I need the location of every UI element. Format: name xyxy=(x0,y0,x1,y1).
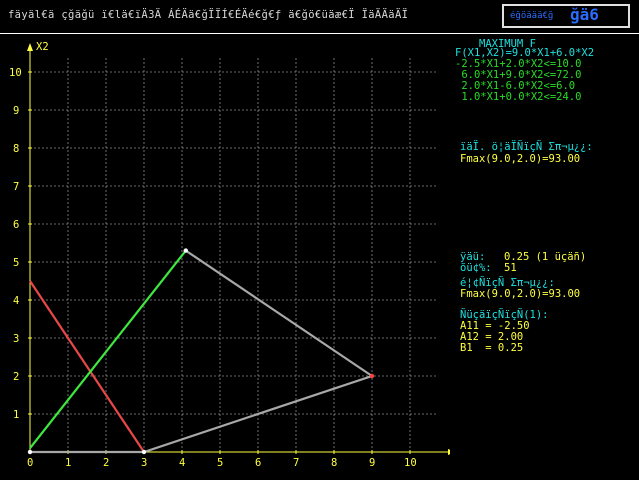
iterations-value: 51 xyxy=(504,262,517,274)
vertex-point-1 xyxy=(27,449,33,455)
y-tick-label: 7 xyxy=(13,181,19,193)
x-tick-label: 6 xyxy=(255,457,261,469)
y-tick-label: 9 xyxy=(13,105,19,117)
y-tick-label: 10 xyxy=(9,67,22,79)
x-tick-label: 5 xyxy=(217,457,223,469)
info-box[interactable]: éğöäää€ğ ğä6 xyxy=(502,4,630,28)
x-axis-arrow xyxy=(448,449,450,455)
constraint-4: 1.0*X1+0.0*X2<=24.0 xyxy=(455,91,582,103)
y-tick-label: 4 xyxy=(13,295,19,307)
x-tick-label: 2 xyxy=(103,457,109,469)
y-tick-label: 3 xyxy=(13,333,19,345)
app-title: fäyäl€ä çğäğü ï€lä€ïÄ3Ä ÁÉÄä€ğÏÏÍ€ÉÄé€ğ€… xyxy=(8,9,409,21)
y-axis-label: X2 xyxy=(36,41,49,53)
vertex-point-4 xyxy=(183,248,188,253)
iterations-label: õü¢%: xyxy=(460,262,492,274)
x-tick-label: 9 xyxy=(369,457,375,469)
final-result-value: Fmax(9.0,2.0)=93.00 xyxy=(460,288,581,300)
lp-graph: 01234567891012345678910X1X2 xyxy=(9,41,450,469)
constraint-line-2 xyxy=(29,249,187,449)
x-tick-label: 10 xyxy=(404,457,417,469)
x-tick-label: 3 xyxy=(141,457,147,469)
title-bar: fäyäl€ä çğäğü ï€lä€ïÄ3Ä ÁÉÄä€ğÏÏÍ€ÉÄé€ğ€… xyxy=(0,0,639,33)
y-axis-arrow xyxy=(27,43,33,51)
x-tick-label: 7 xyxy=(293,457,299,469)
x-tick-label: 0 xyxy=(27,457,33,469)
vertex-point-3 xyxy=(369,373,375,379)
coefficient-b1: B1 = 0.25 xyxy=(460,342,524,354)
result-label: ïäÏ. ö¦äÏÑïçÑ Σπ¬µ¿¿: xyxy=(460,141,593,153)
constraint-line-3 xyxy=(30,249,375,454)
x-tick-label: 1 xyxy=(65,457,71,469)
result-value: Fmax(9.0,2.0)=93.00 xyxy=(460,153,581,165)
y-tick-label: 8 xyxy=(13,143,19,155)
y-tick-label: 5 xyxy=(13,257,19,269)
y-tick-label: 2 xyxy=(13,371,19,383)
x-tick-label: 4 xyxy=(179,457,185,469)
info-box-label: éğöäää€ğ xyxy=(510,11,554,21)
y-tick-label: 6 xyxy=(13,219,19,231)
info-box-value: ğä6 xyxy=(570,5,599,24)
x-tick-label: 8 xyxy=(331,457,337,469)
y-tick-label: 1 xyxy=(13,409,19,421)
vertex-point-2 xyxy=(141,449,147,455)
